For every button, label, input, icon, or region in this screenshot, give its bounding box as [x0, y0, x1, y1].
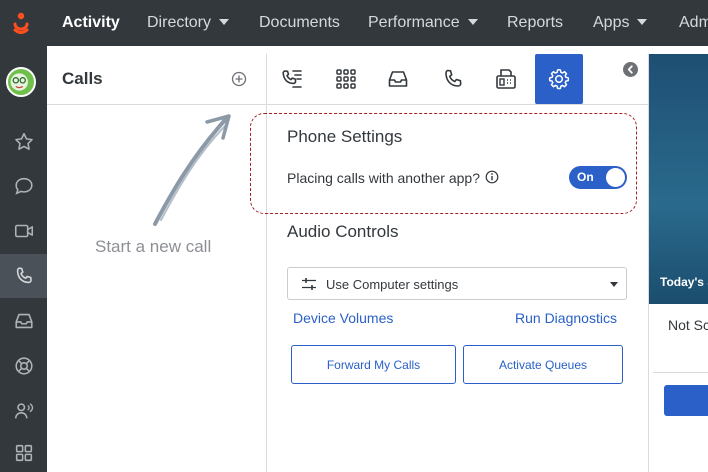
forward-my-calls-button[interactable]: Forward My Calls: [291, 345, 456, 384]
nav-apps-label: Apps: [593, 14, 630, 31]
avatar-face-icon: [10, 73, 28, 91]
nav-admin-label: Adm: [679, 14, 708, 31]
chevron-down-icon: [467, 18, 478, 25]
sidebar-video[interactable]: [0, 209, 47, 253]
right-side-panel: Today's S Not Sc: [648, 54, 708, 472]
header-spacer: [267, 46, 648, 54]
chevron-down-icon: [219, 18, 230, 25]
apps-grid-icon: [15, 444, 32, 462]
run-diagnostics-link[interactable]: Run Diagnostics: [515, 310, 617, 326]
nav-reports[interactable]: Reports: [507, 0, 563, 46]
nav-directory-label: Directory: [147, 14, 212, 31]
sidebar-favorites[interactable]: [0, 120, 47, 164]
sidebar-apps[interactable]: [0, 431, 47, 472]
dialpad-icon: [336, 69, 356, 89]
device-volumes-link[interactable]: Device Volumes: [293, 310, 393, 326]
placing-calls-toggle[interactable]: On: [569, 166, 627, 189]
sidebar-inbox[interactable]: [0, 299, 47, 343]
calls-panel: Calls Start a new call: [47, 54, 267, 472]
nav-activity-label: Activity: [62, 14, 120, 31]
calls-title: Calls: [62, 69, 103, 88]
tab-phone[interactable]: [429, 54, 477, 104]
placing-calls-label: Placing calls with another app?: [287, 170, 481, 186]
chevron-left-icon: [627, 65, 633, 74]
tab-fax[interactable]: [482, 54, 530, 104]
toggle-state-label: On: [577, 170, 594, 184]
sidebar-help[interactable]: [0, 344, 47, 388]
star-icon: [14, 132, 33, 150]
collapse-panel-button[interactable]: [623, 62, 638, 77]
sidebar-chat[interactable]: [0, 164, 47, 208]
phone-settings-title: Phone Settings: [287, 127, 403, 146]
inbox-icon: [14, 313, 33, 329]
activate-queues-button[interactable]: Activate Queues: [463, 345, 623, 384]
schedule-action-button[interactable]: [664, 385, 708, 416]
call-list-icon: [282, 70, 302, 88]
top-navigation-bar: Activity Directory Documents Performance…: [0, 0, 708, 46]
nav-directory[interactable]: Directory: [147, 0, 230, 46]
schedule-status-text: Not Sc: [668, 317, 708, 333]
divider: [653, 372, 708, 373]
contacts-icon: [14, 403, 33, 419]
tab-call-history[interactable]: [268, 54, 316, 104]
chat-icon: [14, 177, 33, 195]
sliders-icon: [302, 278, 316, 290]
nav-apps[interactable]: Apps: [593, 0, 648, 46]
audio-settings-value: Use Computer settings: [326, 277, 459, 292]
toggle-knob: [606, 168, 625, 187]
help-icon: [14, 357, 33, 375]
sidebar-contacts[interactable]: [0, 389, 47, 433]
tab-dialpad[interactable]: [322, 54, 370, 104]
left-sidebar: [0, 46, 47, 472]
nav-activity[interactable]: Activity: [62, 0, 120, 46]
phone-icon: [445, 69, 462, 87]
chevron-down-icon: [610, 282, 618, 287]
schedule-banner-text: Today's S: [660, 275, 708, 289]
nav-admin[interactable]: Adm: [679, 0, 708, 46]
nav-performance[interactable]: Performance: [368, 0, 478, 46]
audio-controls-title: Audio Controls: [287, 222, 399, 241]
settings-icon: [548, 69, 570, 90]
start-new-call-hint: Start a new call: [95, 237, 212, 256]
phone-tabs: [267, 54, 648, 105]
tab-voicemail[interactable]: [374, 54, 422, 104]
genesys-logo-icon[interactable]: [10, 11, 32, 35]
schedule-banner: Today's S: [649, 54, 708, 304]
nav-documents[interactable]: Documents: [259, 0, 340, 46]
add-call-icon[interactable]: [230, 70, 248, 88]
nav-performance-label: Performance: [368, 14, 460, 31]
info-icon[interactable]: [485, 170, 499, 184]
nav-documents-label: Documents: [259, 14, 340, 31]
nav-reports-label: Reports: [507, 14, 564, 31]
inbox-icon: [388, 71, 408, 87]
arrow-icon: [153, 114, 231, 226]
sidebar-phone[interactable]: [0, 254, 47, 298]
phone-icon: [16, 267, 32, 284]
avatar[interactable]: [6, 67, 36, 97]
calls-header: Calls: [47, 54, 267, 105]
chevron-down-icon: [637, 18, 648, 25]
video-icon: [14, 224, 33, 238]
audio-settings-select[interactable]: Use Computer settings: [287, 267, 627, 300]
fax-icon: [496, 69, 516, 89]
tab-settings[interactable]: [535, 54, 583, 104]
